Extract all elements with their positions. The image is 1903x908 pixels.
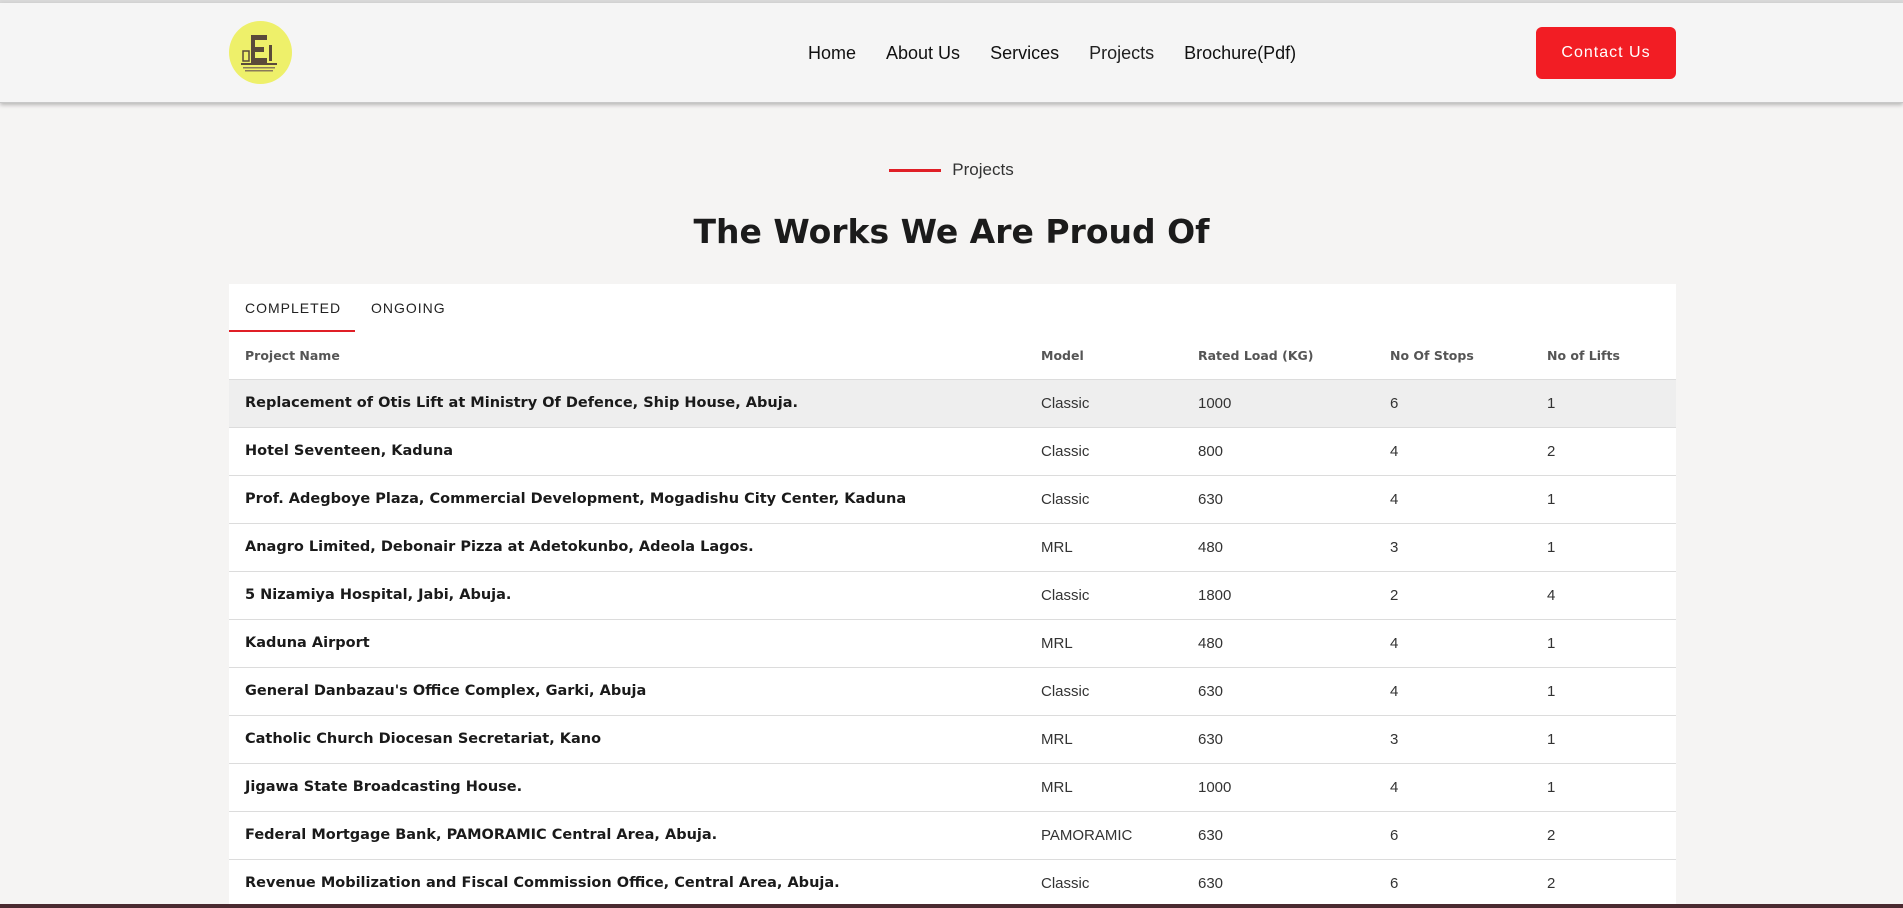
cell-no-of-lifts: 1 — [1547, 731, 1556, 748]
cell-rated-load: 800 — [1198, 443, 1224, 460]
cell-project-name: 5 Nizamiya Hospital, Jabi, Abuja. — [245, 587, 512, 603]
cell-rated-load: 1800 — [1198, 587, 1232, 604]
building-logo-icon — [241, 35, 277, 72]
cell-no-of-lifts: 1 — [1547, 635, 1556, 652]
cell-no-of-stops: 4 — [1390, 443, 1399, 460]
cell-no-of-lifts: 1 — [1547, 539, 1556, 556]
cell-model: MRL — [1041, 539, 1073, 556]
cell-project-name: Federal Mortgage Bank, PAMORAMIC Central… — [245, 827, 718, 843]
eyebrow-label: Projects — [952, 160, 1014, 179]
site-header: Home About Us Services Projects Brochure… — [0, 3, 1903, 103]
cell-project-name: Revenue Mobilization and Fiscal Commissi… — [245, 875, 840, 891]
cell-rated-load: 630 — [1198, 827, 1224, 844]
tab-ongoing[interactable]: ONGOING — [355, 284, 462, 332]
cell-no-of-lifts: 1 — [1547, 395, 1556, 412]
cell-rated-load: 1000 — [1198, 395, 1232, 412]
section-title: The Works We Are Proud Of — [693, 212, 1210, 251]
table-row[interactable]: Federal Mortgage Bank, PAMORAMIC Central… — [229, 812, 1676, 860]
tab-completed[interactable]: COMPLETED — [229, 284, 355, 332]
table-body: Replacement of Otis Lift at Ministry Of … — [229, 380, 1676, 908]
table-row[interactable]: Hotel Seventeen, Kaduna Classic 800 4 2 — [229, 428, 1676, 476]
nav-brochure[interactable]: Brochure(Pdf) — [1184, 42, 1296, 64]
column-no-of-lifts[interactable]: No of Lifts — [1547, 332, 1620, 380]
nav-about-us[interactable]: About Us — [886, 42, 960, 64]
column-no-of-stops[interactable]: No Of Stops — [1390, 332, 1474, 380]
cell-model: MRL — [1041, 779, 1073, 796]
eyebrow-accent-line — [889, 168, 942, 172]
nav-projects[interactable]: Projects — [1089, 42, 1154, 64]
cell-project-name: Jigawa State Broadcasting House. — [245, 779, 523, 795]
cell-project-name: Catholic Church Diocesan Secretariat, Ka… — [245, 731, 602, 747]
cell-project-name: Replacement of Otis Lift at Ministry Of … — [245, 395, 798, 411]
cell-no-of-lifts: 2 — [1547, 875, 1556, 892]
cell-rated-load: 630 — [1198, 683, 1224, 700]
bottom-border — [0, 904, 1903, 908]
project-tabs: COMPLETED ONGOING — [229, 284, 462, 332]
projects-panel: COMPLETED ONGOING Project Name Model Rat… — [229, 284, 1676, 908]
table-row[interactable]: Revenue Mobilization and Fiscal Commissi… — [229, 860, 1676, 908]
contact-us-button[interactable]: Contact Us — [1536, 27, 1676, 79]
cell-project-name: Prof. Adegboye Plaza, Commercial Develop… — [245, 491, 907, 507]
cell-project-name: General Danbazau's Office Complex, Garki… — [245, 683, 647, 699]
cell-no-of-stops: 2 — [1390, 587, 1399, 604]
cell-no-of-stops: 6 — [1390, 827, 1399, 844]
table-row[interactable]: Anagro Limited, Debonair Pizza at Adetok… — [229, 524, 1676, 572]
cell-no-of-lifts: 1 — [1547, 683, 1556, 700]
cell-no-of-lifts: 1 — [1547, 779, 1556, 796]
cell-model: Classic — [1041, 395, 1090, 412]
table-header: Project Name Model Rated Load (KG) No Of… — [229, 332, 1676, 380]
main-nav: Home About Us Services Projects Brochure… — [808, 42, 1326, 64]
cell-no-of-stops: 3 — [1390, 539, 1399, 556]
cell-no-of-stops: 4 — [1390, 683, 1399, 700]
cell-model: PAMORAMIC — [1041, 827, 1133, 844]
cell-no-of-lifts: 2 — [1547, 827, 1556, 844]
column-rated-load[interactable]: Rated Load (KG) — [1198, 332, 1313, 380]
cell-no-of-lifts: 4 — [1547, 587, 1556, 604]
company-logo[interactable] — [229, 21, 292, 84]
cell-rated-load: 630 — [1198, 491, 1224, 508]
cell-model: Classic — [1041, 587, 1090, 604]
nav-services[interactable]: Services — [990, 42, 1059, 64]
cell-no-of-stops: 6 — [1390, 395, 1399, 412]
cell-no-of-lifts: 2 — [1547, 443, 1556, 460]
cell-project-name: Anagro Limited, Debonair Pizza at Adetok… — [245, 539, 754, 555]
cell-rated-load: 480 — [1198, 635, 1224, 652]
table-row[interactable]: Replacement of Otis Lift at Ministry Of … — [229, 380, 1676, 428]
cell-model: MRL — [1041, 635, 1073, 652]
cell-rated-load: 630 — [1198, 875, 1224, 892]
column-project-name[interactable]: Project Name — [245, 332, 340, 380]
cell-rated-load: 1000 — [1198, 779, 1232, 796]
table-row[interactable]: 5 Nizamiya Hospital, Jabi, Abuja. Classic… — [229, 572, 1676, 620]
column-model[interactable]: Model — [1041, 332, 1084, 380]
section-eyebrow: Projects — [0, 160, 1903, 180]
cell-model: Classic — [1041, 443, 1090, 460]
cell-no-of-lifts: 1 — [1547, 491, 1556, 508]
cell-rated-load: 630 — [1198, 731, 1224, 748]
cell-no-of-stops: 6 — [1390, 875, 1399, 892]
cell-model: Classic — [1041, 875, 1090, 892]
table-row[interactable]: Prof. Adegboye Plaza, Commercial Develop… — [229, 476, 1676, 524]
table-row[interactable]: General Danbazau's Office Complex, Garki… — [229, 668, 1676, 716]
cell-project-name: Hotel Seventeen, Kaduna — [245, 443, 454, 459]
table-row[interactable]: Kaduna Airport MRL 480 4 1 — [229, 620, 1676, 668]
table-row[interactable]: Catholic Church Diocesan Secretariat, Ka… — [229, 716, 1676, 764]
nav-home[interactable]: Home — [808, 42, 856, 64]
cell-no-of-stops: 4 — [1390, 635, 1399, 652]
cell-no-of-stops: 4 — [1390, 779, 1399, 796]
cell-model: MRL — [1041, 731, 1073, 748]
cell-no-of-stops: 4 — [1390, 491, 1399, 508]
cell-model: Classic — [1041, 491, 1090, 508]
table-row[interactable]: Jigawa State Broadcasting House. MRL 1000 4… — [229, 764, 1676, 812]
cell-rated-load: 480 — [1198, 539, 1224, 556]
cell-model: Classic — [1041, 683, 1090, 700]
cell-no-of-stops: 3 — [1390, 731, 1399, 748]
cell-project-name: Kaduna Airport — [245, 635, 370, 651]
